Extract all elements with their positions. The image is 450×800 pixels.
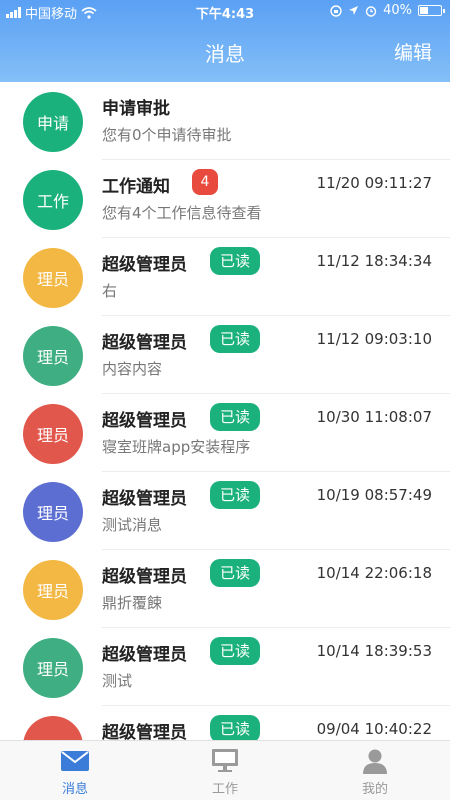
message-title: 超级管理员: [102, 489, 187, 509]
message-title: 工作通知: [102, 177, 170, 197]
tab-bar: 消息 工作 我的: [0, 740, 450, 800]
tab-label: 我的: [361, 782, 388, 797]
message-title: 超级管理员: [102, 333, 187, 353]
list-item[interactable]: 理员 超级管理员 已读 10/14 22:06:18 鼎折覆餗: [0, 550, 450, 628]
message-time: 10/14 18:39:53: [316, 642, 432, 660]
message-title: 超级管理员: [102, 645, 187, 665]
message-title: 超级管理员: [102, 567, 187, 587]
read-badge: 已读: [210, 403, 260, 431]
message-subtitle: 测试: [102, 672, 133, 690]
read-badge: 已读: [210, 559, 260, 587]
message-time: 11/12 09:03:10: [316, 330, 432, 348]
message-title: 超级管理员: [102, 723, 187, 740]
battery-icon: [418, 5, 445, 16]
message-list: 申请 申请审批 您有0个申请待审批 工作 工作通知 4 11/20 09:11:…: [0, 82, 450, 740]
list-item[interactable]: 理员 超级管理员 已读 10/14 18:39:53 测试: [0, 628, 450, 706]
signal-icon: [6, 7, 21, 18]
message-subtitle: 您有0个申请待审批: [102, 126, 232, 144]
edit-button[interactable]: 编辑: [394, 38, 432, 65]
message-title: 超级管理员: [102, 411, 187, 431]
status-right: 40%: [330, 3, 445, 18]
mail-icon: [60, 748, 90, 774]
avatar: 理员: [23, 716, 83, 740]
location-icon: [349, 6, 359, 15]
message-subtitle: 鼎折覆餗: [102, 594, 163, 612]
avatar: 理员: [23, 638, 83, 698]
read-badge: 已读: [210, 325, 260, 353]
avatar: 工作: [23, 170, 83, 230]
list-item[interactable]: 理员 超级管理员 已读 10/30 11:08:07 寝室班牌app安装程序: [0, 394, 450, 472]
read-badge: 已读: [210, 247, 260, 275]
message-subtitle: 您有4个工作信息待查看: [102, 204, 262, 222]
message-time: 11/12 18:34:34: [316, 252, 432, 270]
message-subtitle: 测试消息: [102, 516, 163, 534]
read-badge: 已读: [210, 481, 260, 509]
tab-work[interactable]: 工作: [150, 741, 300, 800]
carrier-label: 中国移动: [25, 7, 78, 22]
avatar: 理员: [23, 482, 83, 542]
avatar: 理员: [23, 404, 83, 464]
tab-label: 工作: [211, 782, 238, 797]
unread-count-badge: 4: [192, 169, 218, 195]
list-item[interactable]: 理员 超级管理员 已读 10/19 08:57:49 测试消息: [0, 472, 450, 550]
list-item[interactable]: 理员 超级管理员 已读 11/12 18:34:34 右: [0, 238, 450, 316]
alarm-icon: [365, 5, 377, 17]
page-title: 消息: [205, 42, 245, 66]
avatar: 理员: [23, 326, 83, 386]
rotation-lock-icon: [330, 4, 342, 17]
read-badge: 已读: [210, 637, 260, 665]
person-icon: [360, 748, 390, 774]
tab-messages[interactable]: 消息: [0, 741, 150, 800]
list-item[interactable]: 理员 超级管理员 已读 11/12 09:03:10 内容内容: [0, 316, 450, 394]
status-bar: 中国移动 下午4:43 40%: [0, 0, 450, 22]
monitor-icon: [210, 748, 240, 774]
tab-mine[interactable]: 我的: [300, 741, 450, 800]
message-subtitle: 右: [102, 282, 118, 300]
message-time: 10/14 22:06:18: [316, 564, 432, 582]
list-item[interactable]: 工作 工作通知 4 11/20 09:11:27 您有4个工作信息待查看: [0, 160, 450, 238]
read-badge: 已读: [210, 715, 260, 740]
avatar: 理员: [23, 248, 83, 308]
message-subtitle: 寝室班牌app安装程序: [102, 438, 251, 456]
wifi-icon: [81, 6, 97, 19]
battery-percent: 40%: [383, 3, 412, 18]
message-title: 申请审批: [102, 99, 170, 119]
message-time: 11/20 09:11:27: [316, 174, 432, 192]
avatar: 理员: [23, 560, 83, 620]
tab-label: 消息: [61, 782, 88, 797]
list-item[interactable]: 申请 申请审批 您有0个申请待审批: [0, 82, 450, 160]
avatar: 申请: [23, 92, 83, 152]
message-time: 10/19 08:57:49: [316, 486, 432, 504]
header: 中国移动 下午4:43 40% 消息 编辑: [0, 0, 450, 82]
message-title: 超级管理员: [102, 255, 187, 275]
list-item[interactable]: 理员 超级管理员 已读 09/04 10:40:22: [0, 706, 450, 740]
message-subtitle: 内容内容: [102, 360, 163, 378]
message-time: 09/04 10:40:22: [316, 720, 432, 738]
status-left: 中国移动: [6, 3, 97, 22]
message-time: 10/30 11:08:07: [316, 408, 432, 426]
